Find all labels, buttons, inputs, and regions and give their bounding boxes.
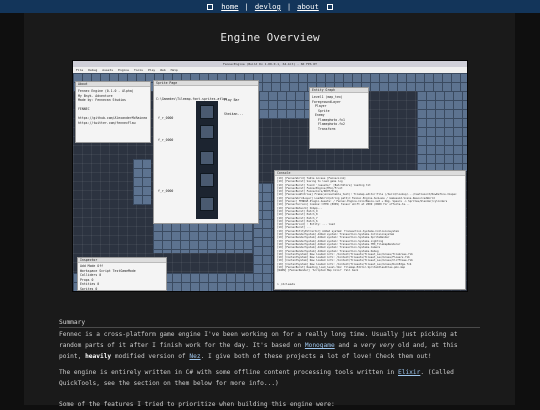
summary-heading: Summary xyxy=(59,319,86,326)
inspector-value: 0 xyxy=(99,273,102,277)
link-monogame[interactable]: Monogame xyxy=(305,342,335,349)
text-run: The engine is entirely written in C# wit… xyxy=(59,369,398,376)
text-run: and a xyxy=(334,342,361,349)
inspector-pane: Inspector Add Mode Off Workspace Script … xyxy=(77,257,167,291)
nav-link-home[interactable]: home xyxy=(221,2,238,11)
inspector-value[interactable]: Off xyxy=(97,264,103,268)
text-emphasis: very very xyxy=(360,342,395,349)
about-pane: About Fennec Engine (0.1.0 - Alpha) My B… xyxy=(75,81,151,143)
menu-item: Play xyxy=(147,68,156,72)
sprite-tile xyxy=(200,173,214,187)
nav-separator: | xyxy=(286,2,292,11)
sprite-list-item[interactable]: Play Bar xyxy=(224,98,243,103)
summary-paragraph-2: The engine is entirely written in C# wit… xyxy=(59,367,483,389)
page-title: Engine Overview xyxy=(220,31,320,44)
menu-item: Engine xyxy=(118,68,129,72)
menu-item: File xyxy=(76,68,84,72)
menu-item: Web xyxy=(160,68,166,72)
nav-link-about[interactable]: about xyxy=(297,2,319,11)
inspector-value[interactable]: TestGameMode xyxy=(113,269,136,273)
inspector-row: Sprites 0 xyxy=(80,286,164,291)
sprite-list-item[interactable]: Sheikan... xyxy=(224,112,243,117)
inspector-value: 0 xyxy=(91,277,94,282)
console-pane: Console [10] [FennecWorld] Table Access … xyxy=(274,170,466,290)
console-prompt[interactable]: > /dcleads xyxy=(277,282,295,286)
nav-links: home | devlog | about xyxy=(0,1,540,12)
engine-screenshot: FennecEngine (Build Dx 1.00.0.1, 64-bit)… xyxy=(73,61,467,291)
link-elixir[interactable]: Elixir xyxy=(398,369,420,376)
square-icon xyxy=(207,4,214,10)
inspector-key: Props xyxy=(80,277,90,282)
inspector-key: Sprites xyxy=(80,286,94,291)
menu-item: Debug xyxy=(88,68,98,72)
sprite-list: Play Bar Sheikan... xyxy=(224,89,243,125)
inspector-value: 0 xyxy=(95,286,98,291)
sprite-tile xyxy=(200,105,214,119)
entity-graph-pane: Entity Graph Level1 (map_tex) Foreground… xyxy=(309,87,369,149)
nav-separator: | xyxy=(244,2,249,11)
console-lines: [10] [FennecWorld] Table Access [FennecL… xyxy=(275,176,465,274)
summary-divider xyxy=(59,327,480,328)
inspector-key: Entities xyxy=(80,282,96,286)
sprite-label: f_r_0000 xyxy=(158,116,174,120)
inspector-key: Colliders xyxy=(80,273,98,277)
inspector-key: Add Mode xyxy=(80,264,96,268)
inspector-key: Workspace Script xyxy=(80,268,111,273)
summary-paragraph-1: Fennec is a cross-platform game engine I… xyxy=(59,329,483,362)
level-tiles xyxy=(133,159,151,205)
sprite-label: f_r_0000 xyxy=(158,138,174,142)
console-line: [WARN] [FennecRender] 'Scripted Map Colo… xyxy=(277,269,359,273)
text-run: modified version of xyxy=(111,353,190,360)
link-nez[interactable]: Nez xyxy=(189,353,200,360)
square-icon xyxy=(326,4,333,10)
sprite-tile xyxy=(200,151,214,165)
entity-item[interactable]: Transform xyxy=(312,127,366,132)
text-strong: heavily xyxy=(85,353,112,360)
sprite-tile xyxy=(200,125,214,139)
sprite-label: f_r_0000 xyxy=(158,189,174,193)
sprite-tile xyxy=(200,197,214,211)
text-run: . I give both of these projects a lot of… xyxy=(200,353,432,360)
menu-item: Tools xyxy=(133,68,143,72)
game-viewport: About Fennec Engine (0.1.0 - Alpha) My B… xyxy=(73,73,467,291)
sprite-page-pane: Sprite Page C:\Gamedev\Tilemap.font.spri… xyxy=(153,80,259,224)
about-pane-body: Fennec Engine (0.1.0 - Alpha) My Bnyk. A… xyxy=(78,89,148,125)
nav-link-devlog[interactable]: devlog xyxy=(255,2,281,11)
menu-item: Assets xyxy=(102,68,114,72)
inspector-value: 0 xyxy=(97,282,100,286)
level-tiles xyxy=(417,91,467,171)
inspector-rows: Add Mode Off Workspace Script TestGameMo… xyxy=(78,263,166,291)
entity-tree: Level1 (map_tex) ForegroundLayer Player … xyxy=(310,93,368,133)
menu-item: Help xyxy=(170,68,178,72)
